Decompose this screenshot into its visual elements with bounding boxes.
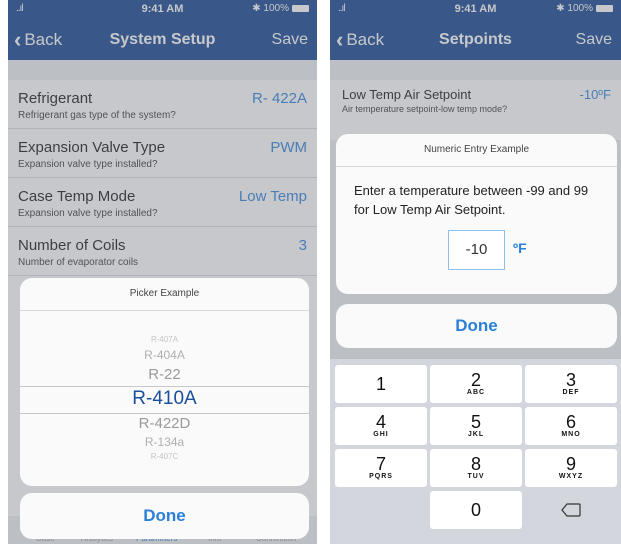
- temperature-input[interactable]: -10: [448, 230, 505, 270]
- picker-done-button[interactable]: Done: [20, 493, 309, 539]
- picker-option[interactable]: R-22: [20, 366, 309, 383]
- picker-selection-bottom-line: [20, 413, 309, 414]
- picker-wheel[interactable]: R-407A R-404A R-22 R-410A R-422D R-134a …: [20, 311, 309, 486]
- temperature-unit: ºF: [513, 240, 527, 256]
- alert-done-button[interactable]: Done: [336, 304, 617, 348]
- key-2[interactable]: 2 ABC: [430, 365, 522, 403]
- picker-option[interactable]: R-404A: [20, 348, 309, 362]
- picker-selection-top-line: [20, 386, 309, 387]
- key-0[interactable]: 0: [430, 491, 522, 529]
- phone-system-setup: ..ıl 9:41 AM ✱ 100% ‹ Back System Setup S…: [8, 0, 317, 544]
- picker-option[interactable]: R-134a: [20, 435, 309, 449]
- picker-option[interactable]: R-407A: [20, 335, 309, 344]
- alert-message: Enter a temperature between -99 and 99 f…: [354, 183, 589, 217]
- key-6[interactable]: 6 MNO: [525, 407, 617, 445]
- numeric-entry-alert: Numeric Entry Example Enter a temperatur…: [336, 134, 617, 294]
- picker-sheet: Picker Example R-407A R-404A R-22 R-410A…: [20, 278, 309, 486]
- picker-option-selected[interactable]: R-410A: [20, 388, 309, 410]
- key-8[interactable]: 8 TUV: [430, 449, 522, 487]
- picker-title: Picker Example: [20, 278, 309, 311]
- phone-setpoints: ..ıl 9:41 AM ✱ 100% ‹ Back Setpoints Save…: [330, 0, 621, 544]
- key-3[interactable]: 3 DEF: [525, 365, 617, 403]
- key-1[interactable]: 1: [335, 365, 427, 403]
- backspace-icon: [561, 503, 581, 517]
- key-9[interactable]: 9 WXYZ: [525, 449, 617, 487]
- key-4[interactable]: 4 GHI: [335, 407, 427, 445]
- alert-title: Numeric Entry Example: [336, 134, 617, 167]
- picker-option[interactable]: R-422D: [20, 415, 309, 432]
- picker-option[interactable]: R-407C: [20, 452, 309, 461]
- key-7[interactable]: 7 PQRS: [335, 449, 427, 487]
- key-5[interactable]: 5 JKL: [430, 407, 522, 445]
- delete-key[interactable]: [525, 491, 617, 529]
- numeric-keypad: 1 2 ABC 3 DEF 4 GHI 5 JKL 6 MNO 7 PQRS 8 TUV 9W…: [330, 359, 621, 544]
